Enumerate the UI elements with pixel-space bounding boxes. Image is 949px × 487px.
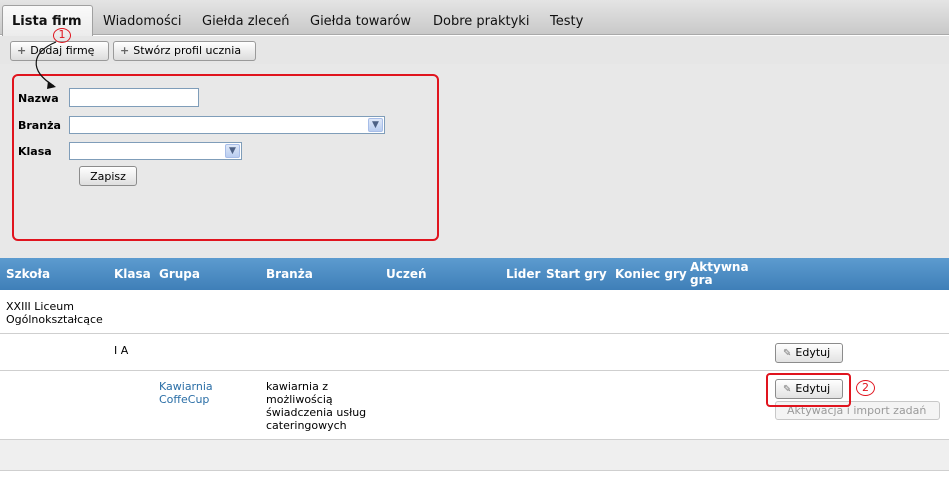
school-name: XXIII Liceum Ogólnokształcące <box>6 300 103 326</box>
table-row-class: I A ✎ Edytuj <box>0 334 949 371</box>
pencil-icon: ✎ <box>783 348 792 359</box>
tab-lista-firm[interactable]: Lista firm <box>2 5 93 36</box>
header-end: Koniec gry <box>615 267 687 281</box>
header-school: Szkoła <box>6 267 51 281</box>
class-name: I A <box>114 344 129 357</box>
edit-class-button[interactable]: ✎ Edytuj <box>775 343 843 363</box>
dropdown-arrow-icon: ▼ <box>368 118 383 132</box>
header-group: Grupa <box>159 267 200 281</box>
table-row-school: XXIII Liceum Ogólnokształcące <box>0 290 949 334</box>
header-industry: Branża <box>266 267 313 281</box>
dropdown-arrow-icon: ▼ <box>225 144 240 158</box>
industry-label: Branża <box>18 119 61 132</box>
industry-select[interactable]: ▼ <box>69 116 385 134</box>
group-name-link[interactable]: Kawiarnia CoffeCup <box>159 380 213 406</box>
tab-dobre-praktyki[interactable]: Dobre praktyki <box>433 14 529 29</box>
create-student-profile-button[interactable]: + Stwórz profil ucznia <box>113 41 256 61</box>
save-button[interactable]: Zapisz <box>79 166 137 186</box>
annotation-highlight-edit <box>766 373 851 407</box>
table-header: Szkoła Klasa Grupa Branża Uczeń Lider St… <box>0 258 949 290</box>
create-profile-label: Stwórz profil ucznia <box>133 44 242 57</box>
group-industry: kawiarnia z możliwością świadczenia usłu… <box>266 380 367 432</box>
tab-testy[interactable]: Testy <box>550 14 583 29</box>
table-footer <box>0 440 949 471</box>
tab-gielda-zlecen[interactable]: Giełda zleceń <box>202 14 290 29</box>
tab-bar: Lista firm Wiadomości Giełda zleceń Gieł… <box>0 0 949 36</box>
header-start: Start gry <box>546 267 607 281</box>
name-input[interactable] <box>69 88 199 107</box>
tab-gielda-towarow[interactable]: Giełda towarów <box>310 14 411 29</box>
header-active: Aktywna gra <box>690 260 749 287</box>
toolbar: + Dodaj firmę + Stwórz profil ucznia <box>0 36 949 64</box>
name-label: Nazwa <box>18 92 59 105</box>
header-student: Uczeń <box>386 267 427 281</box>
class-select[interactable]: ▼ <box>69 142 242 160</box>
header-leader: Lider <box>506 267 541 281</box>
header-class: Klasa <box>114 267 151 281</box>
plus-icon: + <box>120 44 130 57</box>
annotation-arrow-icon <box>35 41 57 89</box>
class-label: Klasa <box>18 145 52 158</box>
tab-wiadomosci[interactable]: Wiadomości <box>103 14 182 29</box>
annotation-marker-2: 2 <box>856 380 875 396</box>
